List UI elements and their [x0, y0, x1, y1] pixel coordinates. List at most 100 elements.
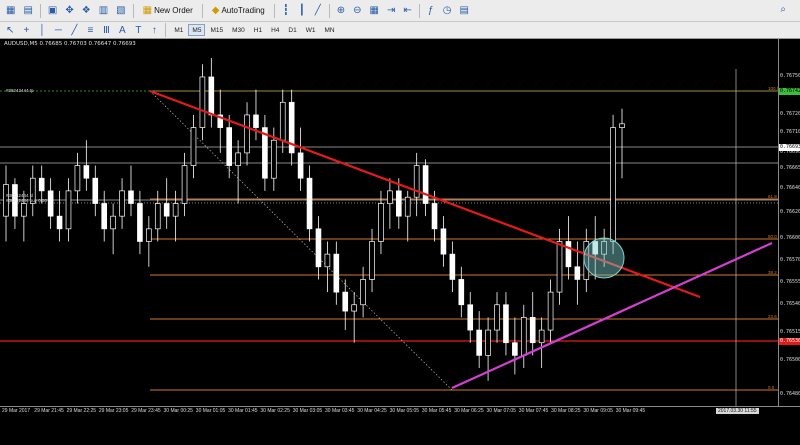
- fibonacci-icon[interactable]: Ⅲ: [99, 22, 113, 38]
- search-icon[interactable]: ⌕: [780, 4, 786, 15]
- profiles-icon[interactable]: ▤: [20, 3, 35, 19]
- candle-body: [431, 203, 438, 230]
- candle-body: [297, 152, 304, 179]
- price-tag-current: 0.76693: [779, 144, 800, 151]
- bar-chart-icon[interactable]: ┇: [279, 3, 293, 19]
- cursor-icon[interactable]: ↖: [3, 22, 17, 38]
- order-buy-label: #38242444 buy 0.50: [6, 198, 48, 203]
- timeframe-button-m15[interactable]: M15: [206, 24, 227, 36]
- price-scale[interactable]: 0.76750 0.76720 0.76710 0.76690 0.76665 0.766…: [778, 39, 800, 406]
- candle-body: [556, 241, 563, 293]
- tester-icon[interactable]: ▧: [113, 3, 128, 19]
- candle-body: [378, 203, 384, 242]
- zoom-out-icon[interactable]: ⊖: [350, 3, 364, 19]
- chart-area[interactable]: 100.0 61.8 50.0 38.2 23.6 0.0 AUDUSD,M5 0.766…: [0, 39, 800, 406]
- candle-body: [324, 253, 331, 268]
- candle-body: [181, 165, 188, 204]
- templates-icon[interactable]: ▤: [457, 3, 472, 19]
- autotrading-button[interactable]: ◆ AutoTrading: [207, 3, 270, 19]
- horizontal-line-icon[interactable]: ─: [51, 22, 65, 38]
- label-tool-icon[interactable]: T: [131, 22, 145, 38]
- time-axis-label: 29 Mar 2017: [2, 408, 31, 414]
- candle-body: [163, 203, 170, 217]
- zoom-in-icon[interactable]: ⊕: [334, 3, 348, 19]
- toolbar-separator: [418, 3, 420, 18]
- navigator-icon[interactable]: ❖: [79, 3, 94, 19]
- tile-windows-icon[interactable]: ▦: [367, 3, 382, 19]
- timeframe-button-h4[interactable]: H4: [267, 24, 283, 36]
- candle-body: [47, 190, 54, 217]
- candlestick-icon[interactable]: ┃: [295, 3, 309, 19]
- time-axis-label: 30 Mar 01:05: [195, 408, 226, 414]
- candle-body: [619, 123, 625, 128]
- toolbar-separator: [165, 23, 167, 37]
- candle-body: [547, 291, 554, 331]
- price-scale-label: 0.76720: [780, 111, 800, 117]
- autotrading-label: AutoTrading: [221, 6, 265, 15]
- new-order-button[interactable]: ▦ New Order: [138, 3, 198, 19]
- text-tool-icon[interactable]: A: [115, 22, 129, 38]
- time-axis-label: 30 Mar 07:45: [518, 408, 549, 414]
- timeframe-button-m1[interactable]: M1: [170, 24, 187, 36]
- candle-body: [119, 190, 125, 217]
- candle-body: [101, 203, 108, 230]
- timeframe-button-m5[interactable]: M5: [188, 24, 206, 36]
- fib-level-text: 61.8: [768, 194, 777, 199]
- timeframe-button-mn[interactable]: MN: [320, 24, 338, 36]
- candle-body: [529, 317, 536, 344]
- candle-body: [333, 253, 340, 293]
- crosshair-icon[interactable]: +: [19, 22, 33, 38]
- candle-body: [485, 329, 491, 356]
- candle-body: [137, 203, 143, 242]
- channel-icon[interactable]: ≡: [83, 22, 97, 38]
- candle-body: [351, 304, 357, 312]
- indicators-icon[interactable]: ƒ: [424, 3, 438, 19]
- candle-body: [83, 165, 90, 179]
- price-scale-label: 0.76665: [780, 165, 800, 171]
- market-watch-icon[interactable]: ▣: [45, 3, 60, 19]
- candle-body: [74, 165, 81, 192]
- price-scale-label: 0.76500: [780, 357, 800, 363]
- toolbar-separator: [132, 3, 134, 18]
- timeframe-button-m30[interactable]: M30: [228, 24, 249, 36]
- periods-icon[interactable]: ◷: [440, 3, 455, 19]
- candle-body: [199, 76, 206, 128]
- price-scale-label: 0.76515: [780, 329, 800, 335]
- candle-body: [565, 241, 572, 268]
- auto-scroll-icon[interactable]: ⇥: [384, 3, 398, 19]
- candle-body: [56, 215, 63, 230]
- timeframe-button-h1[interactable]: H1: [250, 24, 266, 36]
- toolbar-separator: [328, 3, 330, 18]
- time-axis[interactable]: 2017.03.30 11:55 29 Mar 2017 29 Mar 21:45…: [0, 406, 800, 418]
- arrows-icon[interactable]: ↑: [147, 22, 161, 38]
- time-axis-label: 29 Mar 22:25: [66, 408, 97, 414]
- candle-body: [172, 203, 179, 217]
- time-axis-label: 30 Mar 03:45: [325, 408, 355, 414]
- candle-body: [21, 203, 27, 217]
- trendline-icon[interactable]: ╱: [67, 22, 81, 38]
- time-axis-label: 30 Mar 02:25: [260, 408, 290, 414]
- time-axis-label: 29 Mar 23:05: [98, 408, 129, 414]
- timeframe-button-w1[interactable]: W1: [302, 24, 320, 36]
- price-scale-label: 0.76600: [780, 235, 800, 241]
- timeframe-button-d1[interactable]: D1: [284, 24, 300, 36]
- toolbar-separator: [273, 3, 275, 18]
- autotrading-icon: ◆: [211, 5, 220, 16]
- time-axis-label: 29 Mar 23:45: [131, 408, 161, 414]
- line-chart-icon[interactable]: ╱: [311, 3, 325, 19]
- candle-body: [253, 114, 259, 128]
- data-window-icon[interactable]: ✥: [62, 3, 76, 19]
- candle-body: [110, 215, 116, 230]
- fib-level-text: 38.2: [768, 270, 777, 275]
- vertical-line-icon[interactable]: │: [35, 22, 49, 38]
- new-chart-icon[interactable]: ▦: [3, 3, 18, 19]
- candle-body: [235, 152, 241, 166]
- chart-plot[interactable]: 100.0 61.8 50.0 38.2 23.6 0.0: [0, 39, 778, 406]
- toolbar-separator: [39, 3, 41, 18]
- new-order-label: New Order: [154, 6, 193, 15]
- time-axis-label: 30 Mar 05:45: [421, 408, 452, 414]
- candle-body: [538, 329, 545, 344]
- terminal-icon[interactable]: ▥: [96, 3, 111, 19]
- chart-shift-icon[interactable]: ⇤: [400, 3, 414, 19]
- candle-body: [476, 329, 482, 356]
